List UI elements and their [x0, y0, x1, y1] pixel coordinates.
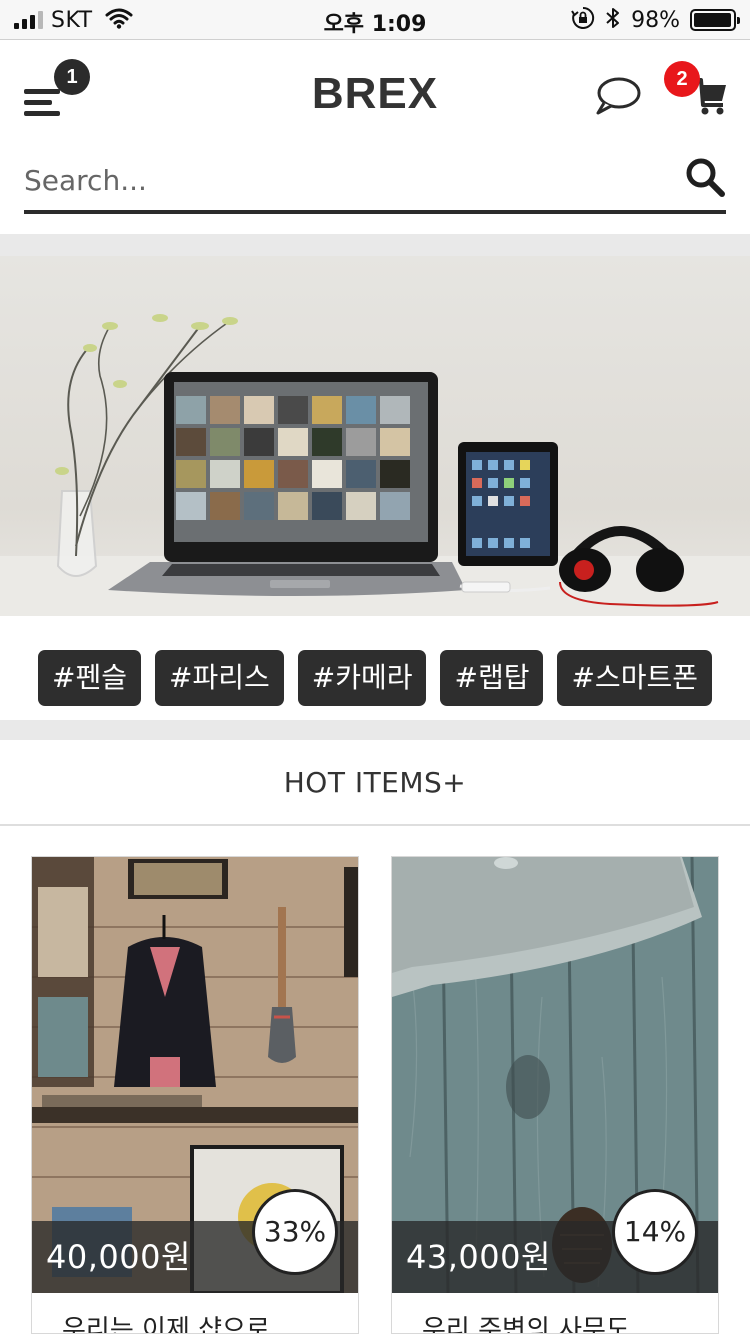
product-name[interactable]: 우리 주변의 사무도: [422, 1309, 630, 1333]
chat-button[interactable]: [594, 75, 642, 117]
search-bar: [24, 146, 726, 214]
hero-banner-image: [0, 314, 750, 616]
cart-badge: 2: [664, 61, 700, 97]
app-header: 1 BREX 2: [0, 41, 750, 146]
tag-laptop[interactable]: #랩탑: [440, 650, 544, 706]
discount-badge: 33%: [252, 1189, 338, 1275]
status-right: 98%: [571, 6, 740, 34]
product-card[interactable]: 43,000원 14% 우리 주변의 사무도: [391, 856, 719, 1334]
section-title[interactable]: HOT ITEMS+: [0, 740, 750, 826]
bluetooth-icon: [605, 6, 621, 34]
section-divider: [0, 234, 750, 256]
tag-paris[interactable]: #파리스: [154, 650, 284, 706]
tag-smartphone[interactable]: #스마트폰: [557, 650, 712, 706]
cart-button[interactable]: 2: [664, 61, 730, 121]
product-price: 40,000원: [46, 1238, 191, 1276]
section-divider: [0, 720, 750, 740]
tag-pencil[interactable]: #펜슬: [38, 650, 141, 706]
search-input[interactable]: [24, 152, 664, 208]
orientation-lock-icon: [571, 6, 595, 34]
battery-percent: 98%: [631, 7, 680, 33]
product-card[interactable]: 40,000원 33% 우리는 이제 샵으로: [31, 856, 359, 1334]
battery-level: [694, 13, 732, 27]
discount-badge: 14%: [612, 1189, 698, 1275]
status-bar: SKT 오후 1:09 98%: [0, 0, 750, 40]
hashtag-list: #펜슬 #파리스 #카메라 #랩탑 #스마트폰: [0, 636, 750, 720]
product-price: 43,000원: [406, 1238, 551, 1276]
search-icon[interactable]: [684, 156, 726, 198]
battery-icon: [690, 9, 740, 31]
chat-icon: [596, 77, 641, 115]
tag-camera[interactable]: #카메라: [297, 650, 427, 706]
product-name[interactable]: 우리는 이제 샵으로: [62, 1309, 270, 1333]
hero-banner[interactable]: [0, 256, 750, 616]
